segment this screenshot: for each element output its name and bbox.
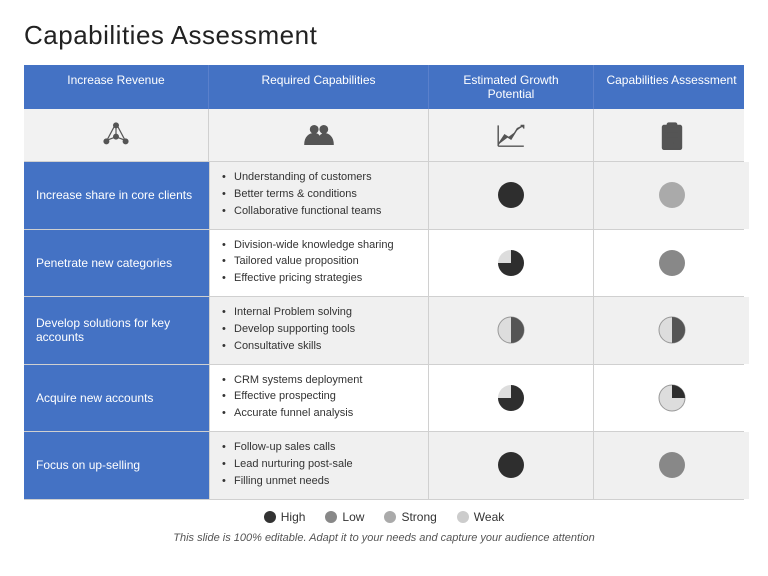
table-row: Penetrate new categoriesDivision-wide kn… bbox=[24, 230, 744, 298]
legend-dot-weak bbox=[457, 511, 469, 523]
legend: High Low Strong Weak bbox=[24, 510, 744, 524]
footnote: This slide is 100% editable. Adapt it to… bbox=[24, 532, 744, 544]
row-bullets: Follow-up sales calls Lead nurturing post… bbox=[209, 432, 429, 499]
growth-indicator bbox=[429, 432, 594, 499]
table-row: Develop solutions for key accountsIntern… bbox=[24, 297, 744, 365]
assessment-indicator bbox=[594, 432, 749, 499]
bullet-item: Division-wide knowledge sharing bbox=[222, 238, 416, 253]
row-label: Acquire new accounts bbox=[24, 365, 209, 432]
header-col3: Estimated Growth Potential bbox=[429, 65, 594, 109]
legend-high: High bbox=[264, 510, 306, 524]
bullet-item: CRM systems deployment bbox=[222, 373, 416, 388]
icon-people bbox=[209, 109, 429, 161]
assessment-indicator bbox=[594, 230, 749, 297]
table-header: Increase Revenue Required Capabilities E… bbox=[24, 65, 744, 109]
icon-network bbox=[24, 109, 209, 161]
row-bullets: Internal Problem solving Develop supporti… bbox=[209, 297, 429, 364]
header-col2: Required Capabilities bbox=[209, 65, 429, 109]
row-label: Develop solutions for key accounts bbox=[24, 297, 209, 364]
legend-dot-strong bbox=[384, 511, 396, 523]
icon-row bbox=[24, 109, 744, 162]
legend-label-high: High bbox=[281, 510, 306, 524]
bullet-item: Tailored value proposition bbox=[222, 254, 416, 269]
growth-indicator bbox=[429, 297, 594, 364]
assessment-indicator bbox=[594, 365, 749, 432]
header-col4: Capabilities Assessment bbox=[594, 65, 749, 109]
icon-growth bbox=[429, 109, 594, 161]
bullet-item: Filling unmet needs bbox=[222, 474, 416, 489]
growth-indicator bbox=[429, 230, 594, 297]
bullet-item: Internal Problem solving bbox=[222, 305, 416, 320]
table-row: Focus on up-sellingFollow-up sales calls… bbox=[24, 432, 744, 500]
bullet-item: Lead nurturing post-sale bbox=[222, 457, 416, 472]
row-bullets: Division-wide knowledge sharingTailored … bbox=[209, 230, 429, 297]
row-bullets: Understanding of customers Better terms &… bbox=[209, 162, 429, 229]
bullet-item: Follow-up sales calls bbox=[222, 440, 416, 455]
row-label: Focus on up-selling bbox=[24, 432, 209, 499]
row-label: Penetrate new categories bbox=[24, 230, 209, 297]
legend-label-weak: Weak bbox=[474, 510, 504, 524]
bullet-item: Effective prospecting bbox=[222, 389, 416, 404]
legend-strong: Strong bbox=[384, 510, 436, 524]
bullet-item: Effective pricing strategies bbox=[222, 271, 416, 286]
assessment-indicator bbox=[594, 297, 749, 364]
icon-checklist bbox=[594, 109, 749, 161]
bullet-item: Develop supporting tools bbox=[222, 322, 416, 337]
row-label: Increase share in core clients bbox=[24, 162, 209, 229]
bullet-item: Better terms & conditions bbox=[222, 187, 416, 202]
legend-dot-high bbox=[264, 511, 276, 523]
legend-low: Low bbox=[325, 510, 364, 524]
bullet-item: Accurate funnel analysis bbox=[222, 406, 416, 421]
assessment-indicator bbox=[594, 162, 749, 229]
row-bullets: CRM systems deploymentEffective prospect… bbox=[209, 365, 429, 432]
table-body: Increase share in core clientsUnderstand… bbox=[24, 162, 744, 500]
table-row: Increase share in core clientsUnderstand… bbox=[24, 162, 744, 230]
growth-indicator bbox=[429, 365, 594, 432]
bullet-item: Consultative skills bbox=[222, 339, 416, 354]
legend-weak: Weak bbox=[457, 510, 504, 524]
legend-label-strong: Strong bbox=[401, 510, 436, 524]
header-col1: Increase Revenue bbox=[24, 65, 209, 109]
page-title: Capabilities Assessment bbox=[24, 20, 744, 51]
bullet-item: Understanding of customers bbox=[222, 170, 416, 185]
legend-dot-low bbox=[325, 511, 337, 523]
bullet-item: Collaborative functional teams bbox=[222, 204, 416, 219]
legend-label-low: Low bbox=[342, 510, 364, 524]
table-row: Acquire new accountsCRM systems deployme… bbox=[24, 365, 744, 433]
growth-indicator bbox=[429, 162, 594, 229]
